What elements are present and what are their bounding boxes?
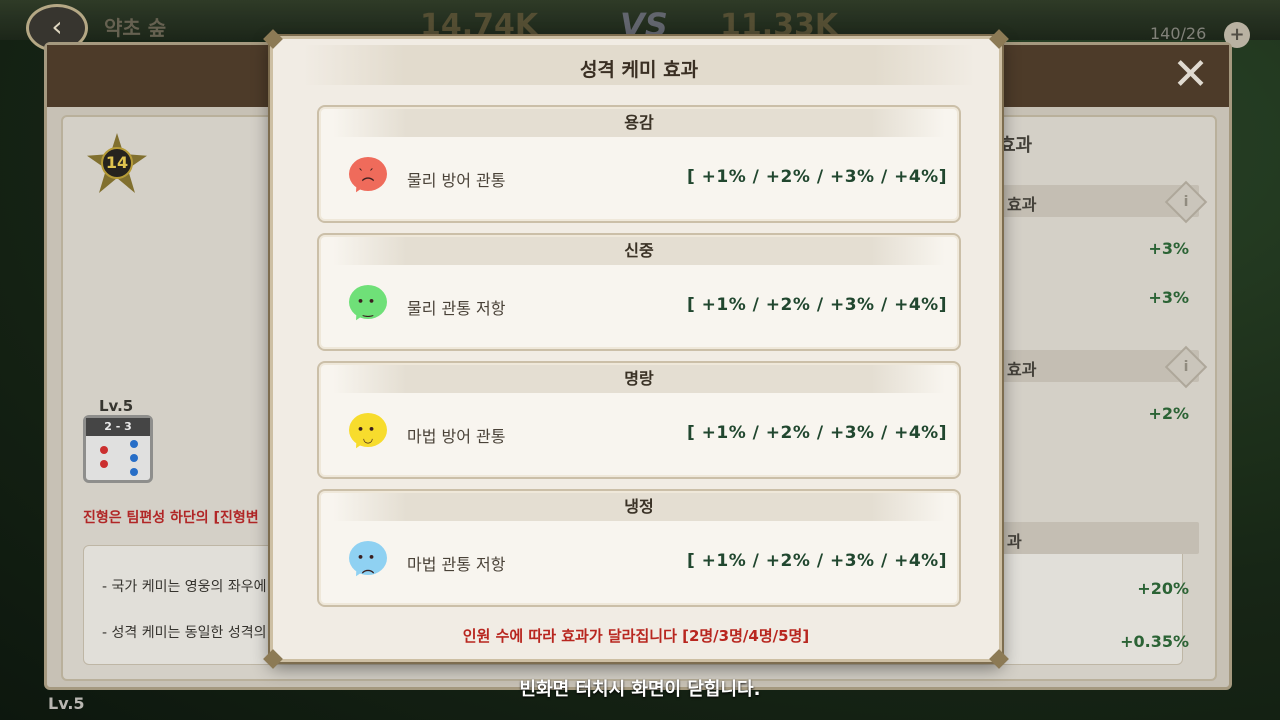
card-values: [ +1% / +2% / +3% / +4%] <box>686 295 947 315</box>
card-values: [ +1% / +2% / +3% / +4%] <box>686 423 947 443</box>
chemistry-card-brave: 용감 ˋˊ ⌒ 물리 방어 관통 [ +1% / +2% / +3% / +4%] <box>317 105 961 223</box>
chemistry-card-cool: 냉정 •• ︵ 마법 관통 저항 [ +1% / +2% / +3% / +4%] <box>317 489 961 607</box>
card-effect: 물리 관통 저항 <box>407 299 506 318</box>
card-title: 신중 <box>333 237 945 265</box>
angry-face-icon: ˋˊ ⌒ <box>349 157 387 196</box>
close-hint: 빈화면 터치시 화면이 닫힙니다. <box>519 679 761 700</box>
card-effect: 물리 방어 관통 <box>407 171 506 190</box>
card-values: [ +1% / +2% / +3% / +4%] <box>686 551 947 571</box>
modal-title: 성격 케미 효과 <box>579 59 699 81</box>
chemistry-card-cheerful: 명랑 •• ◡ 마법 방어 관통 [ +1% / +2% / +3% / +4%] <box>317 361 961 479</box>
card-title: 용감 <box>333 109 945 137</box>
modal-note: 인원 수에 따라 효과가 달라집니다 [2명/3명/4명/5명] <box>462 627 810 645</box>
happy-face-icon: •• ◡ <box>349 413 387 452</box>
card-effect: 마법 관통 저항 <box>407 555 506 574</box>
card-values: [ +1% / +2% / +3% / +4%] <box>686 167 947 187</box>
modal-title-bar: 성격 케미 효과 <box>303 45 975 85</box>
card-title: 냉정 <box>333 493 945 521</box>
card-effect: 마법 방어 관통 <box>407 427 506 446</box>
chemistry-card-careful: 신중 •• ‿ 물리 관통 저항 [ +1% / +2% / +3% / +4%] <box>317 233 961 351</box>
cold-face-icon: •• ︵ <box>349 541 387 580</box>
personality-chemistry-modal: 성격 케미 효과 용감 ˋˊ ⌒ 물리 방어 관통 [ +1% / +2% / +… <box>263 29 1009 669</box>
card-title: 명랑 <box>333 365 945 393</box>
calm-face-icon: •• ‿ <box>349 285 387 324</box>
